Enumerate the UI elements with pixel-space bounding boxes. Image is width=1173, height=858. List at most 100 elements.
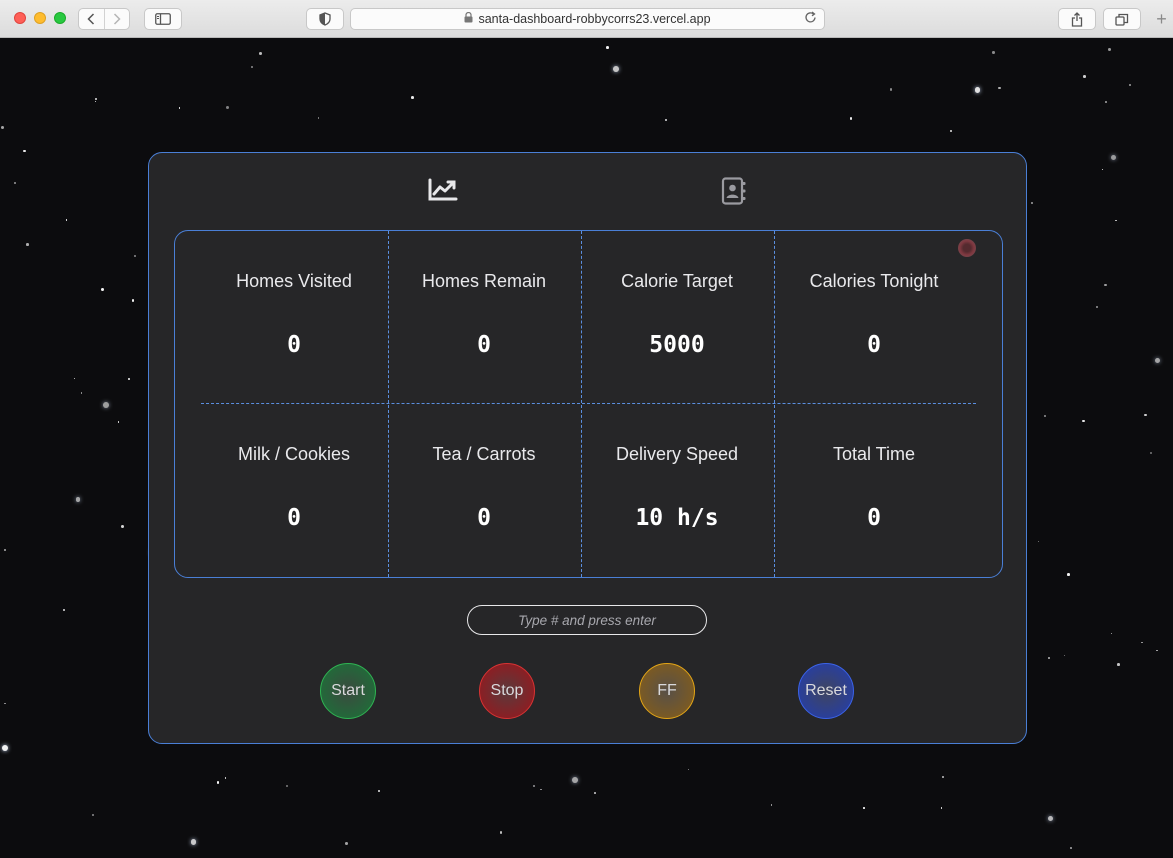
- star: [0, 126, 4, 130]
- star: [1031, 202, 1034, 205]
- status-indicator[interactable]: [958, 239, 976, 257]
- star: [1044, 414, 1047, 417]
- stat-delivery-speed: Delivery Speed 10 h/s: [582, 444, 772, 531]
- star: [1095, 305, 1098, 309]
- star: [687, 768, 690, 771]
- sidebar-icon[interactable]: [144, 8, 182, 30]
- star: [259, 51, 262, 55]
- star: [532, 784, 536, 788]
- star: [1069, 847, 1072, 849]
- minimize-window-button[interactable]: [34, 12, 46, 24]
- stat-label: Homes Remain: [421, 271, 547, 291]
- star: [1038, 540, 1040, 542]
- star: [940, 807, 943, 809]
- stat-milk-cookies: Milk / Cookies 0: [199, 444, 389, 531]
- star: [606, 46, 610, 50]
- star: [1110, 154, 1116, 161]
- star: [1141, 641, 1144, 644]
- star: [974, 87, 981, 93]
- plus-icon[interactable]: +: [1150, 8, 1173, 30]
- star: [1154, 357, 1161, 364]
- star: [62, 608, 65, 612]
- url-text: santa-dashboard-robbycorrs23.vercel.app: [478, 12, 711, 26]
- star: [13, 182, 16, 185]
- forward-icon[interactable]: [103, 9, 130, 29]
- grid-divider: [201, 403, 976, 404]
- star: [1104, 283, 1108, 287]
- stat-label: Tea / Carrots: [432, 444, 536, 464]
- fast-forward-button[interactable]: FF: [639, 663, 695, 719]
- stat-homes-visited: Homes Visited 0: [199, 271, 389, 358]
- stat-label: Milk / Cookies: [237, 444, 351, 464]
- stat-label: Delivery Speed: [615, 444, 739, 464]
- stat-total-time: Total Time 0: [779, 444, 969, 531]
- stat-label: Calorie Target: [621, 271, 733, 291]
- star: [4, 702, 6, 705]
- stat-calories-tonight: Calories Tonight 0: [779, 271, 969, 358]
- star: [411, 96, 415, 100]
- star: [94, 97, 97, 100]
- star: [224, 777, 226, 779]
- star: [613, 66, 620, 73]
- grid-divider: [774, 231, 775, 577]
- star: [26, 243, 29, 246]
- stat-value: 0: [477, 505, 491, 531]
- stop-button[interactable]: Stop: [479, 663, 535, 719]
- star: [1156, 649, 1158, 652]
- star: [131, 299, 135, 302]
- star: [1107, 48, 1111, 52]
- share-icon[interactable]: [1058, 8, 1096, 30]
- star: [75, 497, 81, 502]
- star: [1117, 663, 1120, 666]
- reset-button[interactable]: Reset: [798, 663, 854, 719]
- star: [998, 86, 1001, 90]
- start-button[interactable]: Start: [320, 663, 376, 719]
- close-window-button[interactable]: [14, 12, 26, 24]
- star: [216, 781, 220, 784]
- stat-label: Total Time: [832, 444, 916, 464]
- address-bar[interactable]: santa-dashboard-robbycorrs23.vercel.app: [350, 8, 825, 30]
- star: [65, 219, 68, 221]
- star: [991, 51, 995, 54]
- star: [225, 106, 229, 110]
- star: [594, 792, 596, 794]
- star: [540, 788, 542, 791]
- stat-value: 0: [867, 505, 881, 531]
- stat-label: Calories Tonight: [809, 271, 939, 291]
- star: [133, 254, 136, 257]
- star: [2, 745, 9, 752]
- star: [1048, 816, 1054, 822]
- star: [101, 287, 105, 291]
- star: [250, 66, 253, 69]
- line-chart-icon[interactable]: [428, 177, 458, 208]
- tabs-icon[interactable]: [1103, 8, 1141, 30]
- stat-value: 5000: [649, 332, 705, 358]
- zoom-window-button[interactable]: [54, 12, 66, 24]
- address-book-icon[interactable]: [721, 177, 747, 210]
- star: [103, 402, 110, 409]
- browser-toolbar: santa-dashboard-robbycorrs23.vercel.app …: [0, 0, 1173, 38]
- star: [120, 525, 124, 529]
- star: [179, 107, 181, 109]
- star: [94, 100, 97, 102]
- star: [571, 776, 578, 783]
- homes-count-input[interactable]: [467, 605, 707, 635]
- star: [771, 804, 773, 806]
- star: [344, 841, 348, 845]
- star: [949, 129, 952, 132]
- star: [1048, 656, 1050, 659]
- star: [91, 813, 95, 817]
- reload-icon[interactable]: [804, 11, 817, 27]
- star: [118, 421, 120, 423]
- dashboard-panel: Homes Visited 0 Homes Remain 0 Calorie T…: [148, 152, 1027, 744]
- star: [1105, 100, 1108, 103]
- shield-icon[interactable]: [306, 8, 344, 30]
- star: [190, 839, 196, 845]
- star: [1144, 413, 1147, 417]
- star: [849, 117, 853, 120]
- star: [942, 775, 945, 778]
- star: [499, 831, 503, 834]
- stats-grid: Homes Visited 0 Homes Remain 0 Calorie T…: [174, 230, 1003, 578]
- stat-value: 10 h/s: [635, 505, 719, 531]
- back-icon[interactable]: [79, 9, 104, 29]
